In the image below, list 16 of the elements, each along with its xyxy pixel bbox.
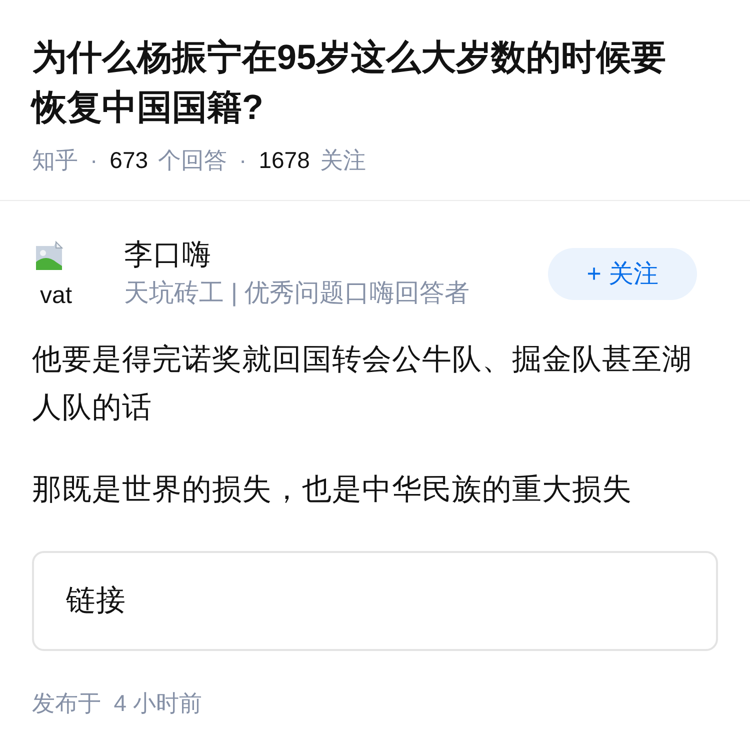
meta-label: 个回答 [158,147,228,173]
answer-paragraph: 那既是世界的损失，也是中华民族的重大损失 [32,472,633,508]
meta-label: 关注 [320,147,366,173]
meta-label: 知乎 [32,147,78,173]
answer-paragraph: 他要是得完诺奖就回国转会公牛队、掘金队甚至湖人队的话 [32,342,693,426]
question-title: 为什么杨振宁在95岁这么大岁数的时候要恢复中国国籍? [32,37,667,129]
meta-count: 673 [110,147,148,173]
publish-time: 发布于 4 小时前 [32,689,202,718]
author-headline: 天坑砖工 | 优秀问题口嗨回答者 [124,278,470,308]
link-card[interactable]: 链接 [32,551,718,651]
author-name[interactable]: 李口嗨 [124,236,548,274]
avatar-alt-text: vat [39,282,74,307]
meta-separator: · [90,147,98,173]
follow-button[interactable]: + 关注 [548,248,697,300]
meta-count: 1678 [258,147,310,173]
meta-separator: · [239,147,247,173]
